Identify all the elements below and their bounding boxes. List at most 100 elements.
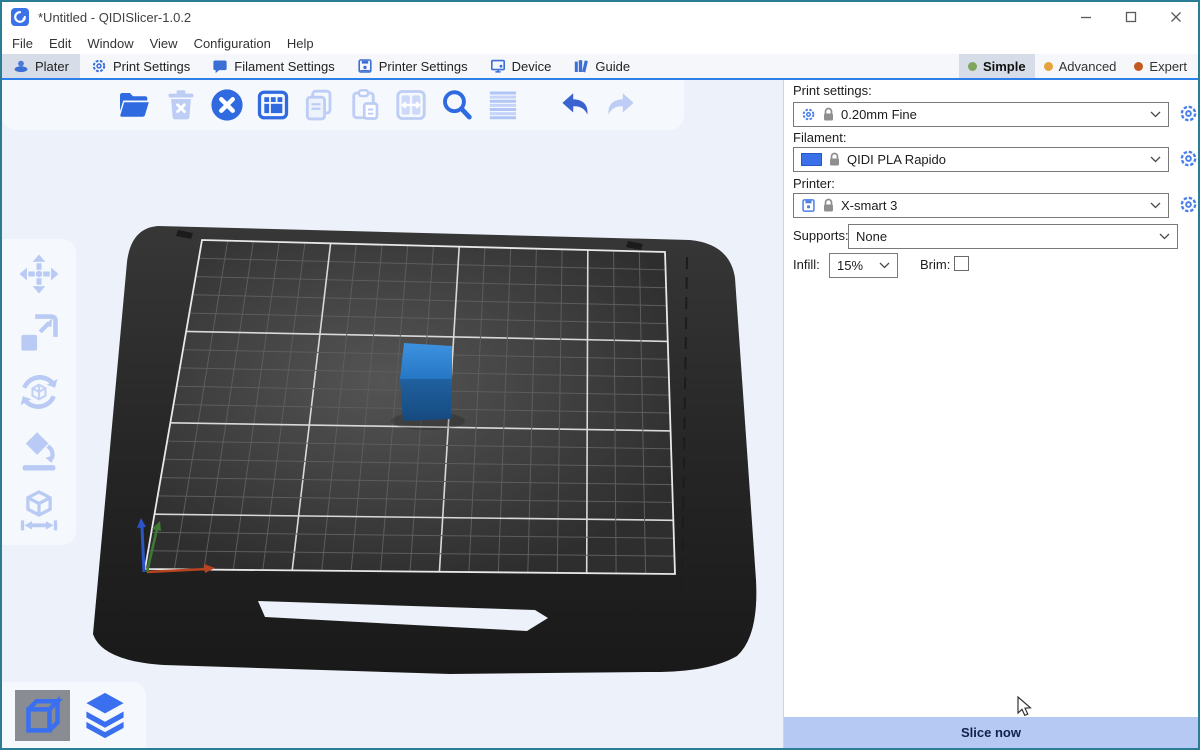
slice-now-button[interactable]: Slice now xyxy=(784,717,1198,748)
tab-guide[interactable]: Guide xyxy=(562,54,641,78)
menu-bar: File Edit Window View Configuration Help xyxy=(2,32,1198,54)
filament-color-swatch xyxy=(801,153,822,166)
tab-label: Filament Settings xyxy=(234,59,334,74)
preview-layers-view-button[interactable] xyxy=(77,690,132,741)
maximize-button[interactable] xyxy=(1108,2,1153,32)
model-cube-front-face xyxy=(400,379,452,421)
minimize-button[interactable] xyxy=(1063,2,1108,32)
delete-all-button[interactable] xyxy=(208,87,245,124)
close-button[interactable] xyxy=(1153,2,1198,32)
mode-expert[interactable]: Expert xyxy=(1125,54,1196,78)
main-area: Print settings: 0.20mm Fine Fi xyxy=(2,80,1198,748)
title-bar: *Untitled - QIDISlicer-1.0.2 xyxy=(2,2,1198,32)
mode-simple[interactable]: Simple xyxy=(959,54,1035,78)
guide-icon xyxy=(573,58,589,74)
app-logo-icon xyxy=(11,8,29,26)
edit-print-settings-button[interactable] xyxy=(1179,104,1198,123)
3d-editor-view-button[interactable] xyxy=(15,690,70,741)
tab-label: Printer Settings xyxy=(379,59,468,74)
redo-button[interactable] xyxy=(602,87,639,124)
tab-printer-settings[interactable]: Printer Settings xyxy=(346,54,479,78)
simple-mode-dot-icon xyxy=(968,62,977,71)
chevron-down-icon xyxy=(1150,202,1161,209)
tab-label: Print Settings xyxy=(113,59,190,74)
print-settings-label: Print settings: xyxy=(793,83,872,99)
infill-label: Infill: xyxy=(793,257,820,273)
infill-combo[interactable]: 15% xyxy=(829,253,898,278)
copy-button[interactable] xyxy=(300,87,337,124)
menu-configuration[interactable]: Configuration xyxy=(194,36,271,51)
print-settings-combo[interactable]: 0.20mm Fine xyxy=(793,102,1169,127)
chevron-down-icon xyxy=(879,262,890,269)
supports-value: None xyxy=(856,229,887,244)
device-icon xyxy=(490,58,506,74)
brim-label: Brim: xyxy=(920,257,950,273)
printer-icon xyxy=(801,198,816,213)
print-settings-value: 0.20mm Fine xyxy=(841,107,917,122)
tab-device[interactable]: Device xyxy=(479,54,563,78)
chevron-down-icon xyxy=(1150,156,1161,163)
mode-selector: Simple Advanced Expert xyxy=(959,54,1198,78)
mode-advanced[interactable]: Advanced xyxy=(1035,54,1126,78)
delete-button[interactable] xyxy=(162,87,199,124)
open-file-button[interactable] xyxy=(116,87,153,124)
3d-viewport[interactable] xyxy=(2,80,783,748)
build-plate-scene xyxy=(2,80,783,748)
undo-button[interactable] xyxy=(556,87,593,124)
infill-value: 15% xyxy=(837,258,863,273)
printer-value: X-smart 3 xyxy=(841,198,897,213)
mouse-cursor xyxy=(1014,696,1034,718)
edit-filament-button[interactable] xyxy=(1179,149,1198,168)
mode-label: Expert xyxy=(1149,59,1187,74)
window-title: *Untitled - QIDISlicer-1.0.2 xyxy=(38,10,191,25)
printer-icon xyxy=(357,58,373,74)
expert-mode-dot-icon xyxy=(1134,62,1143,71)
advanced-mode-dot-icon xyxy=(1044,62,1053,71)
move-tool-button[interactable] xyxy=(16,251,62,297)
supports-combo[interactable]: None xyxy=(848,224,1178,249)
arrange-button[interactable] xyxy=(254,87,291,124)
tab-plater[interactable]: Plater xyxy=(2,54,80,78)
tab-label: Guide xyxy=(595,59,630,74)
menu-file[interactable]: File xyxy=(12,36,33,51)
rotate-tool-button[interactable] xyxy=(16,369,62,415)
app-window: *Untitled - QIDISlicer-1.0.2 File Edit W… xyxy=(0,0,1200,750)
filament-value: QIDI PLA Rapido xyxy=(847,152,946,167)
paste-button[interactable] xyxy=(346,87,383,124)
lock-icon xyxy=(822,198,835,213)
menu-view[interactable]: View xyxy=(150,36,178,51)
menu-help[interactable]: Help xyxy=(287,36,314,51)
split-view-button[interactable] xyxy=(392,87,429,124)
supports-label: Supports: xyxy=(793,228,849,244)
chevron-down-icon xyxy=(1159,233,1170,240)
tab-label: Device xyxy=(512,59,552,74)
settings-sidebar: Print settings: 0.20mm Fine Fi xyxy=(783,80,1198,748)
viewport-toolbar xyxy=(2,80,684,130)
layer-list-button[interactable] xyxy=(484,87,521,124)
place-on-face-tool-button[interactable] xyxy=(16,428,62,474)
tab-bar: Plater Print Settings Filament Settings … xyxy=(2,54,1198,80)
filament-combo[interactable]: QIDI PLA Rapido xyxy=(793,147,1169,172)
filament-icon xyxy=(212,58,228,74)
lock-icon xyxy=(828,152,841,167)
view-mode-buttons xyxy=(2,682,146,748)
menu-edit[interactable]: Edit xyxy=(49,36,71,51)
tab-print-settings[interactable]: Print Settings xyxy=(80,54,201,78)
gear-icon xyxy=(91,58,107,74)
layers-icon xyxy=(82,690,128,740)
menu-window[interactable]: Window xyxy=(87,36,133,51)
printer-combo[interactable]: X-smart 3 xyxy=(793,193,1169,218)
brim-checkbox[interactable] xyxy=(954,256,969,271)
window-controls xyxy=(1063,2,1198,32)
tab-filament-settings[interactable]: Filament Settings xyxy=(201,54,345,78)
gear-icon xyxy=(801,107,816,122)
lock-icon xyxy=(822,107,835,122)
scale-tool-button[interactable] xyxy=(16,310,62,356)
chevron-down-icon xyxy=(1150,111,1161,118)
filament-label: Filament: xyxy=(793,130,846,146)
search-button[interactable] xyxy=(438,87,475,124)
measure-tool-button[interactable] xyxy=(16,487,62,533)
edit-printer-button[interactable] xyxy=(1179,195,1198,214)
tab-label: Plater xyxy=(35,59,69,74)
model-cube-top-face xyxy=(400,343,452,379)
